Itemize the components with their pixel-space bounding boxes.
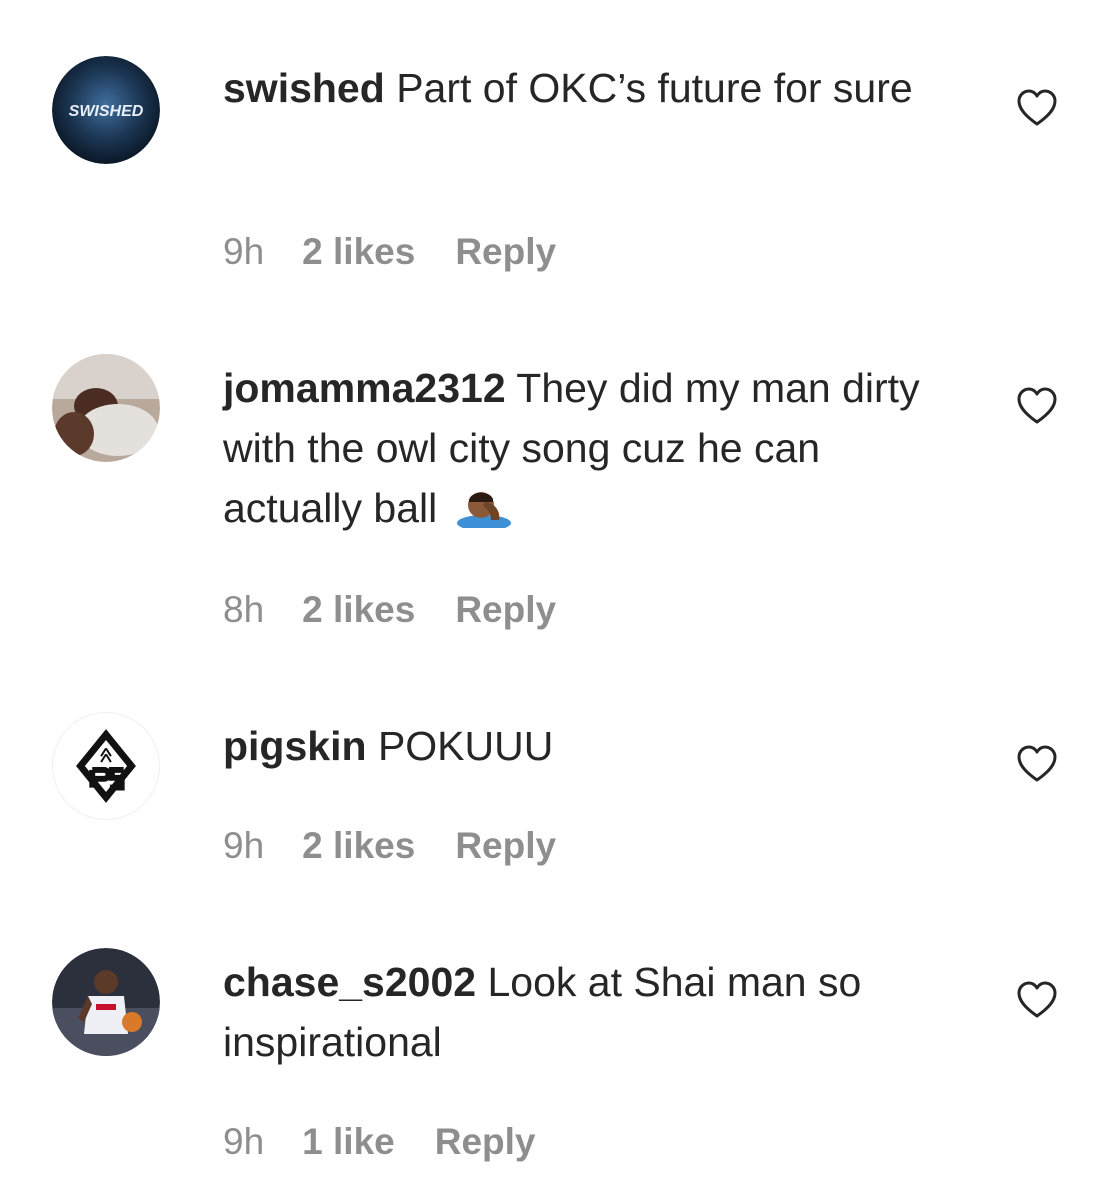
comment-body: pigskin POKUUU <box>223 716 963 776</box>
comment-username[interactable]: swished <box>223 65 385 111</box>
heart-outline-icon[interactable] <box>1016 980 1058 1020</box>
comment-time[interactable]: 9h <box>223 230 264 274</box>
avatar[interactable] <box>52 948 160 1056</box>
comment-body: chase_s2002 Look at Shai man so inspirat… <box>223 952 963 1072</box>
avatar[interactable] <box>52 354 160 462</box>
comment-text: POKUUU <box>377 723 554 769</box>
comment-likes[interactable]: 2 likes <box>302 230 415 274</box>
comment-likes[interactable]: 2 likes <box>302 588 415 632</box>
comment-time[interactable]: 8h <box>223 588 264 632</box>
comment-time[interactable]: 9h <box>223 1120 264 1164</box>
comment-likes[interactable]: 2 likes <box>302 824 415 868</box>
reply-button[interactable]: Reply <box>455 824 556 868</box>
comment-meta: 8h 2 likes Reply <box>223 588 556 632</box>
heart-outline-icon[interactable] <box>1016 744 1058 784</box>
avatar-label: SWISHED <box>69 103 144 120</box>
comment-username[interactable]: pigskin <box>223 723 367 769</box>
comment-meta: 9h 1 like Reply <box>223 1120 536 1164</box>
comment-likes[interactable]: 1 like <box>302 1120 395 1164</box>
heart-outline-icon[interactable] <box>1016 386 1058 426</box>
reply-button[interactable]: Reply <box>455 588 556 632</box>
comment-time[interactable]: 9h <box>223 824 264 868</box>
heart-outline-icon[interactable] <box>1016 88 1058 128</box>
comment-username[interactable]: chase_s2002 <box>223 959 476 1005</box>
comment-meta: 9h 2 likes Reply <box>223 824 556 868</box>
comment-username[interactable]: jomamma2312 <box>223 365 506 411</box>
comment-body: swished Part of OKC’s future for sure <box>223 58 963 118</box>
comment-meta: 9h 2 likes Reply <box>223 230 556 274</box>
facepalm-emoji <box>456 492 511 528</box>
reply-button[interactable]: Reply <box>435 1120 536 1164</box>
comment-text: Part of OKC’s future for sure <box>396 65 913 111</box>
avatar[interactable] <box>52 712 160 820</box>
reply-button[interactable]: Reply <box>455 230 556 274</box>
comment-body: jomamma2312 They did my man dirty with t… <box>223 358 963 538</box>
avatar[interactable]: SWISHED <box>52 56 160 164</box>
